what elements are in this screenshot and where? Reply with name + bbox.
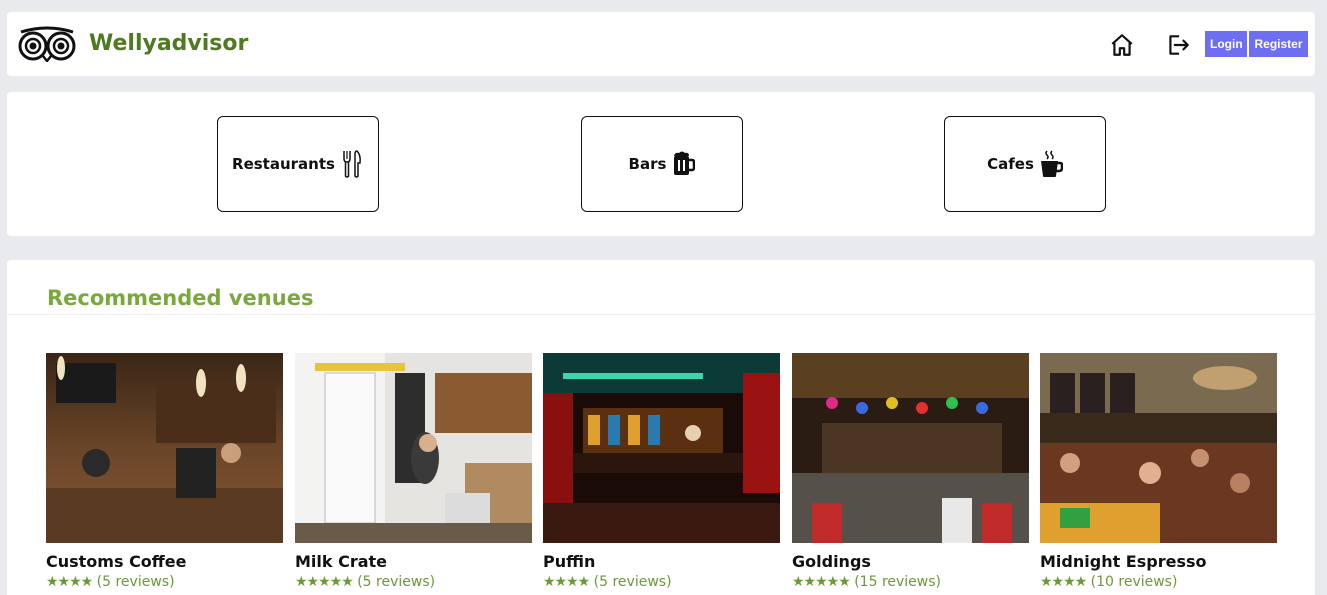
venue-card[interactable]: Milk Crate ★★★★★ (5 reviews) [295,353,532,590]
section-divider [7,314,1315,315]
venue-name[interactable]: Puffin [543,552,780,571]
venue-card[interactable]: Goldings ★★★★★ (15 reviews) [792,353,1029,590]
star-rating-icon: ★★★★★ [295,574,354,590]
brand-name[interactable]: Wellyadvisor [89,31,248,56]
star-rating-icon: ★★★★ [46,574,93,590]
home-icon[interactable] [1109,32,1135,58]
venue-card[interactable]: Customs Coffee ★★★★ (5 reviews) [46,353,283,590]
star-rating-icon: ★★★★ [1040,574,1087,590]
category-cafes[interactable]: Cafes [944,116,1106,212]
category-bars[interactable]: Bars [581,116,743,212]
category-restaurants[interactable]: Restaurants [217,116,379,212]
venue-rating: ★★★★ (5 reviews) [543,574,780,590]
recommended-section: Recommended venues Customs Coffee ★★★★ (… [7,260,1315,595]
section-title: Recommended venues [47,286,314,310]
venue-rating: ★★★★ (10 reviews) [1040,574,1277,590]
review-count: (10 reviews) [1090,574,1178,590]
venue-name[interactable]: Goldings [792,552,1029,571]
star-rating-icon: ★★★★★ [792,574,851,590]
review-count: (5 reviews) [96,574,175,590]
category-label: Cafes [987,155,1034,173]
review-count: (15 reviews) [854,574,942,590]
category-panel: Restaurants Bars Cafes [7,92,1315,236]
venue-photo[interactable] [295,353,532,543]
logout-icon[interactable] [1165,32,1191,58]
venue-name[interactable]: Customs Coffee [46,552,283,571]
coffee-cup-icon [1040,150,1063,177]
venue-photo[interactable] [792,353,1029,543]
category-label: Bars [628,155,667,173]
venue-photo[interactable] [46,353,283,543]
venue-rating: ★★★★★ (5 reviews) [295,574,532,590]
top-navbar: Wellyadvisor Login Register [7,12,1315,76]
register-button[interactable]: Register [1249,31,1308,57]
review-count: (5 reviews) [593,574,672,590]
login-button[interactable]: Login [1205,31,1247,57]
venue-name[interactable]: Midnight Espresso [1040,552,1277,571]
venue-photo[interactable] [1040,353,1277,543]
venue-card[interactable]: Midnight Espresso ★★★★ (10 reviews) [1040,353,1277,590]
venue-rating: ★★★★★ (15 reviews) [792,574,1029,590]
review-count: (5 reviews) [357,574,436,590]
fork-knife-icon [343,150,361,178]
venue-rating: ★★★★ (5 reviews) [46,574,283,590]
venue-name[interactable]: Milk Crate [295,552,532,571]
venue-card[interactable]: Puffin ★★★★ (5 reviews) [543,353,780,590]
category-label: Restaurants [232,155,335,173]
beer-mug-icon [674,151,696,175]
owl-eyes-icon[interactable] [17,26,77,62]
venue-photo[interactable] [543,353,780,543]
star-rating-icon: ★★★★ [543,574,590,590]
